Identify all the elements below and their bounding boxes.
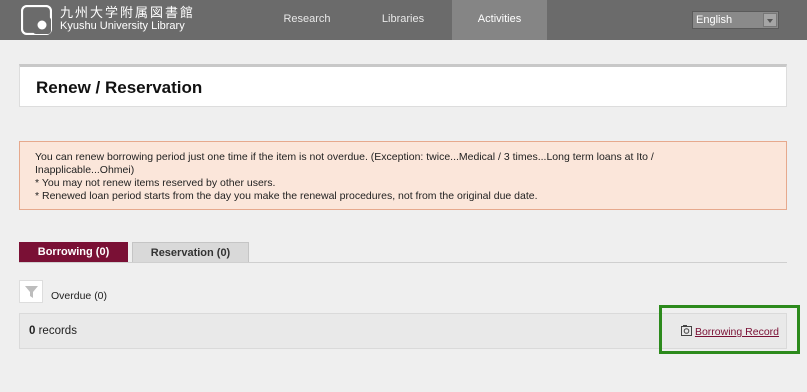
highlight-frame [659,305,800,354]
tab-reservation[interactable]: Reservation (0) [132,242,249,263]
records-count-suffix: records [35,325,77,337]
notice-line: * You may not renew items reserved by ot… [35,177,276,189]
language-select[interactable]: English [692,11,779,29]
renewal-notice: You can renew borrowing period just one … [19,141,787,210]
filter-icon [25,286,38,298]
overdue-filter-label[interactable]: Overdue (0) [51,290,107,302]
logo-english: Kyushu University Library [60,20,185,32]
filter-button[interactable] [19,280,43,303]
notice-line: Inapplicable...Ohmei) [35,164,135,176]
logo-japanese: 九州大学附属図書館 [60,5,196,20]
nav-libraries[interactable]: Libraries [358,0,448,40]
chevron-down-icon [763,13,777,27]
nav-research[interactable]: Research [262,0,352,40]
language-select-value: English [696,14,733,26]
library-logo-text[interactable]: 九州大学附属図書館 Kyushu University Library [60,6,195,32]
nav-activities[interactable]: Activities [452,0,547,40]
library-logo-icon[interactable] [20,4,53,36]
top-header: 九州大学附属図書館 Kyushu University Library Rese… [0,0,807,40]
notice-line: * Renewed loan period starts from the da… [35,190,538,202]
title-panel: Renew / Reservation [19,64,787,107]
tabs-divider [19,262,787,263]
notice-line: You can renew borrowing period just one … [35,151,654,163]
tab-borrowing[interactable]: Borrowing (0) [19,242,128,263]
page-title: Renew / Reservation [36,78,203,97]
records-count: 0 records [29,325,77,337]
